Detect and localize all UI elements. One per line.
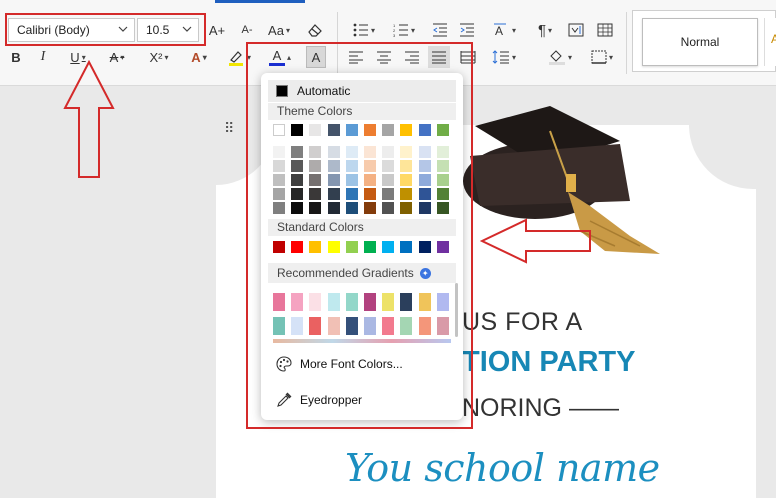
highlighter-icon xyxy=(228,51,243,66)
italic-icon: I xyxy=(40,49,46,64)
change-case-button[interactable]: Aa ▾ xyxy=(263,19,295,41)
text-effects-icon: A xyxy=(191,49,201,65)
svg-text:A: A xyxy=(495,24,503,38)
increase-indent-button[interactable] xyxy=(457,19,477,41)
paragraph-mark-button[interactable]: ¶ ▾ xyxy=(530,19,560,41)
ribbon-divider xyxy=(626,12,627,74)
pilcrow-icon: ¶ xyxy=(537,21,547,39)
left-arrow-annotation xyxy=(480,218,591,264)
shrink-font-button[interactable]: A- xyxy=(237,19,257,41)
shrink-font-icon: A- xyxy=(241,24,253,36)
show-grid-button[interactable] xyxy=(595,19,615,41)
clear-formatting-button[interactable] xyxy=(304,19,326,41)
table-grid-icon xyxy=(597,23,613,37)
text-direction-button[interactable]: A ▾ xyxy=(488,19,520,41)
style-normal-label: Normal xyxy=(680,35,720,49)
sort-icon xyxy=(568,23,584,37)
decrease-indent-icon xyxy=(433,23,447,37)
up-arrow-annotation xyxy=(63,60,115,178)
italic-button[interactable]: I xyxy=(33,46,53,68)
block-drag-handle[interactable]: ⠿ xyxy=(224,121,236,140)
text-direction-icon: A xyxy=(493,23,506,38)
shading-button[interactable]: ▾ xyxy=(544,46,576,68)
paint-bucket-icon xyxy=(548,50,565,65)
document-heading[interactable]: TION PARTY xyxy=(462,346,635,379)
change-case-icon: Aa xyxy=(268,22,284,38)
annotation-box-color-menu xyxy=(246,42,473,429)
numbering-button[interactable]: 1 2 3 ▾ xyxy=(388,19,420,41)
svg-text:3: 3 xyxy=(393,33,396,37)
style-next-label: A xyxy=(771,32,776,46)
grow-font-icon: A+ xyxy=(208,22,226,38)
bullets-button[interactable]: ▾ xyxy=(348,19,380,41)
style-normal[interactable]: Normal xyxy=(642,18,758,66)
borders-button[interactable]: ▾ xyxy=(586,46,618,68)
bullet-list-icon xyxy=(353,23,368,37)
numbered-list-icon: 123 xyxy=(393,23,408,37)
decrease-indent-button[interactable] xyxy=(430,19,450,41)
line-spacing-button[interactable]: ▾ xyxy=(488,46,520,68)
active-tab-indicator xyxy=(215,0,305,3)
eraser-icon xyxy=(308,24,322,37)
document-text-line[interactable]: US FOR A xyxy=(462,308,583,337)
sort-button[interactable] xyxy=(566,19,586,41)
school-name-text[interactable]: You school name xyxy=(345,446,660,490)
document-text-line[interactable]: NORING —— xyxy=(462,394,619,423)
bold-icon: B xyxy=(11,49,21,65)
text-effects-button[interactable]: A ▾ xyxy=(184,46,214,68)
annotation-box-font xyxy=(5,13,206,46)
superscript-button[interactable]: X² ▾ xyxy=(143,46,175,68)
increase-indent-icon xyxy=(460,23,474,37)
style-next[interactable]: A xyxy=(764,18,776,66)
superscript-icon: X² xyxy=(149,49,163,65)
grow-font-button[interactable]: A+ xyxy=(207,19,227,41)
borders-icon xyxy=(591,50,607,64)
line-spacing-icon xyxy=(492,50,509,64)
bold-button[interactable]: B xyxy=(6,46,26,68)
